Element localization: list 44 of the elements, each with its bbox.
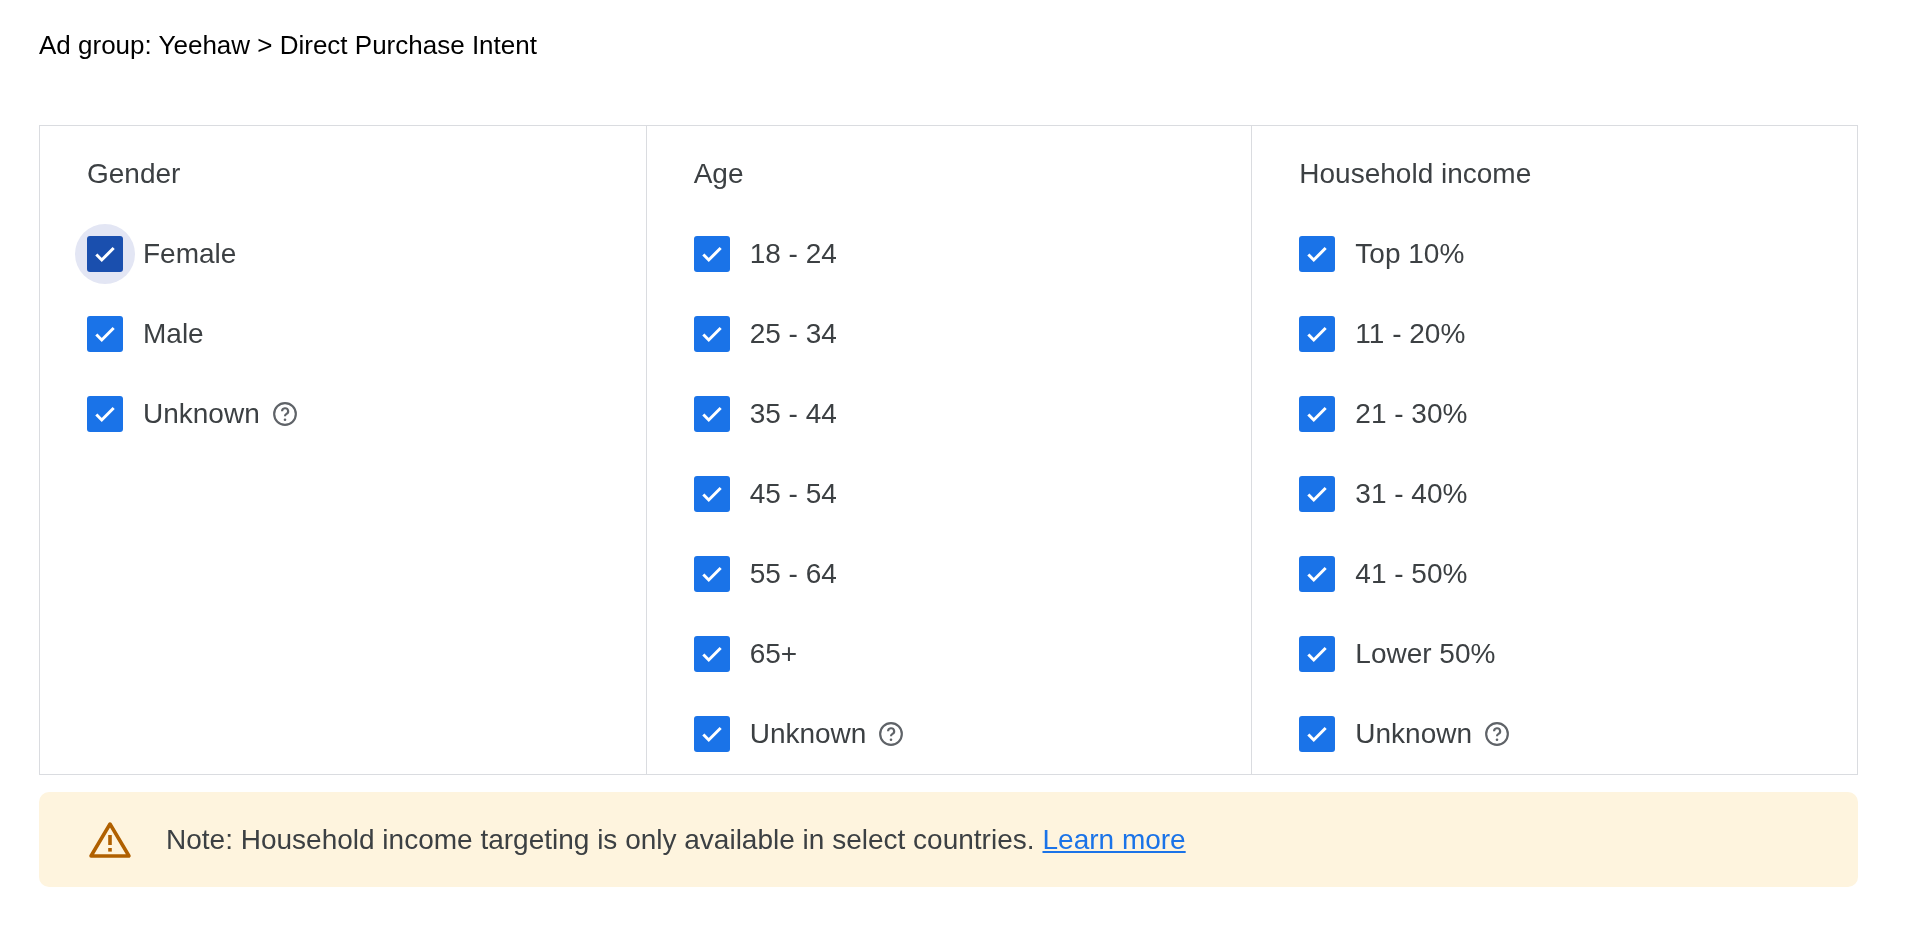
option-label: 45 - 54 [749,477,837,511]
option-label: Unknown [1355,717,1473,751]
option-label: 21 - 30% [1355,397,1468,431]
checkbox[interactable] [1299,556,1336,592]
help-icon[interactable] [271,401,298,427]
checkbox[interactable] [693,476,730,512]
option-label: Female [143,237,237,271]
breadcrumb: Ad group: Yeehaw > Direct Purchase Intent [39,29,537,62]
option-label: 55 - 64 [749,557,837,591]
checkbox[interactable] [693,396,730,432]
option-label: Unknown [749,717,867,751]
checkbox[interactable] [1299,236,1336,272]
checkbox[interactable] [693,316,730,352]
option-label: 18 - 24 [749,237,837,271]
option-label: 65+ [749,637,798,671]
checkbox[interactable] [87,396,123,432]
checkbox[interactable] [693,236,730,272]
checkbox[interactable] [1299,636,1336,672]
option-label: 31 - 40% [1355,477,1468,511]
checkbox[interactable] [693,556,730,592]
option-label: Unknown [143,397,260,431]
option-label: 35 - 44 [749,397,837,431]
column-heading: Gender [87,158,181,190]
option-label: Lower 50% [1355,637,1496,671]
note-text: Note: Household income targeting is only available in select countries. [166,822,1035,857]
checkbox[interactable] [1299,396,1336,432]
checkbox[interactable] [1299,476,1336,512]
warning-icon [88,820,132,859]
option-label: 41 - 50% [1355,557,1468,591]
help-icon[interactable] [1484,721,1511,747]
checkbox[interactable] [693,636,730,672]
option-label: 25 - 34 [749,317,837,351]
checkbox[interactable] [87,236,123,272]
option-label: 11 - 20% [1355,317,1466,351]
help-icon[interactable] [878,721,905,747]
checkbox[interactable] [1299,316,1336,352]
checkbox[interactable] [693,716,730,752]
checkbox[interactable] [87,316,123,352]
option-label: Male [143,317,204,351]
column-heading: Household income [1299,158,1532,190]
learn-more-link[interactable]: Learn more [1042,818,1186,861]
checkbox[interactable] [1299,716,1336,752]
column-heading: Age [693,158,744,190]
option-label: Top 10% [1355,237,1465,271]
